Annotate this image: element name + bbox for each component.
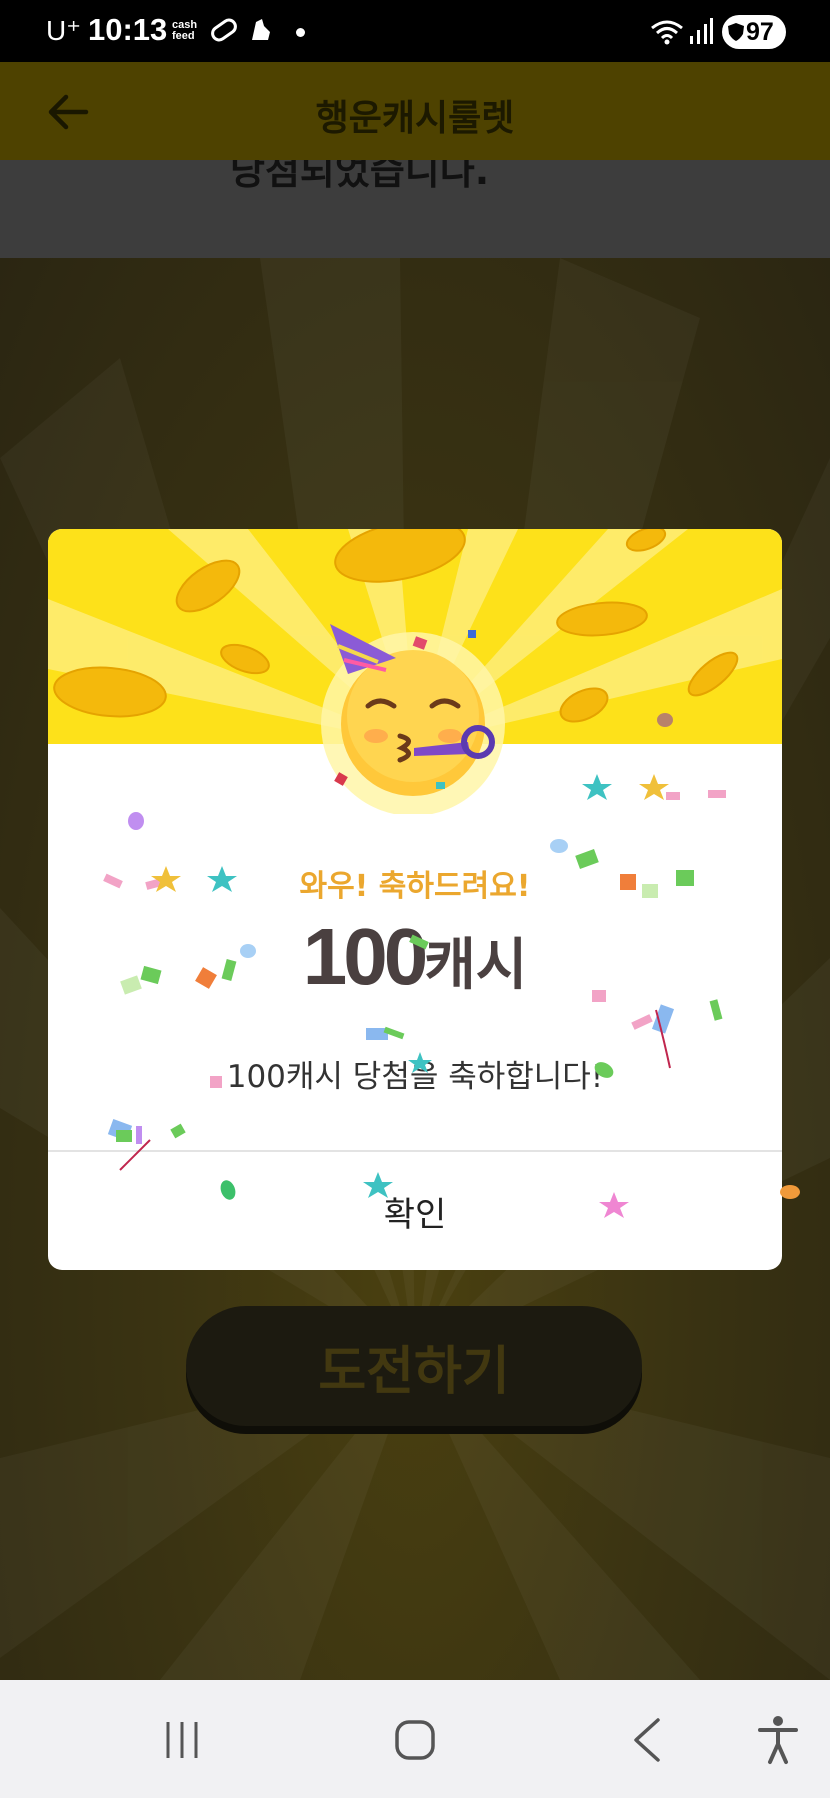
result-text: 당첨되었습니다. [230, 160, 490, 193]
pill-icon [207, 15, 241, 45]
confirm-button[interactable]: 확인 [48, 1152, 782, 1270]
status-bar: U⁺ 10:13 cash feed 97 [0, 0, 830, 62]
reward-amount-unit: 캐시 [424, 933, 528, 998]
reward-modal: 와우! 축하드려요! 100캐시 100캐시 당첨을 축하합니다! 확인 [48, 529, 782, 1270]
carrier-label: U⁺ [46, 15, 81, 46]
recent-apps-icon[interactable] [152, 1710, 212, 1770]
shield-icon [728, 23, 744, 41]
app-label-line2: feed [172, 30, 195, 42]
cashfeed-app-label: cash feed [172, 20, 197, 42]
home-icon[interactable] [385, 1710, 445, 1770]
accessibility-icon[interactable] [748, 1710, 808, 1770]
shoe-icon [252, 19, 270, 40]
app-header: 행운캐시룰렛 [0, 62, 830, 160]
challenge-button[interactable]: 도전하기 [186, 1306, 642, 1426]
battery-level: 97 [746, 17, 774, 46]
signal-icon [690, 18, 713, 44]
wifi-icon [651, 20, 683, 45]
reward-amount-number: 100 [302, 912, 429, 1001]
page-title: 행운캐시룰렛 [315, 98, 515, 139]
congrats-text: 와우! 축하드려요! [299, 869, 531, 904]
battery-indicator: 97 [722, 15, 786, 49]
result-strip: 당첨되었습니다. [0, 160, 830, 258]
notification-dot-icon [296, 28, 305, 37]
reward-amount: 100캐시 [48, 911, 782, 1003]
navigation-bar [0, 1680, 830, 1798]
status-time: 10:13 [88, 12, 168, 47]
partying-face-emoji [321, 624, 505, 814]
reward-message: 100캐시 당첨을 축하합니다! [226, 1059, 604, 1095]
back-icon[interactable] [618, 1710, 678, 1770]
